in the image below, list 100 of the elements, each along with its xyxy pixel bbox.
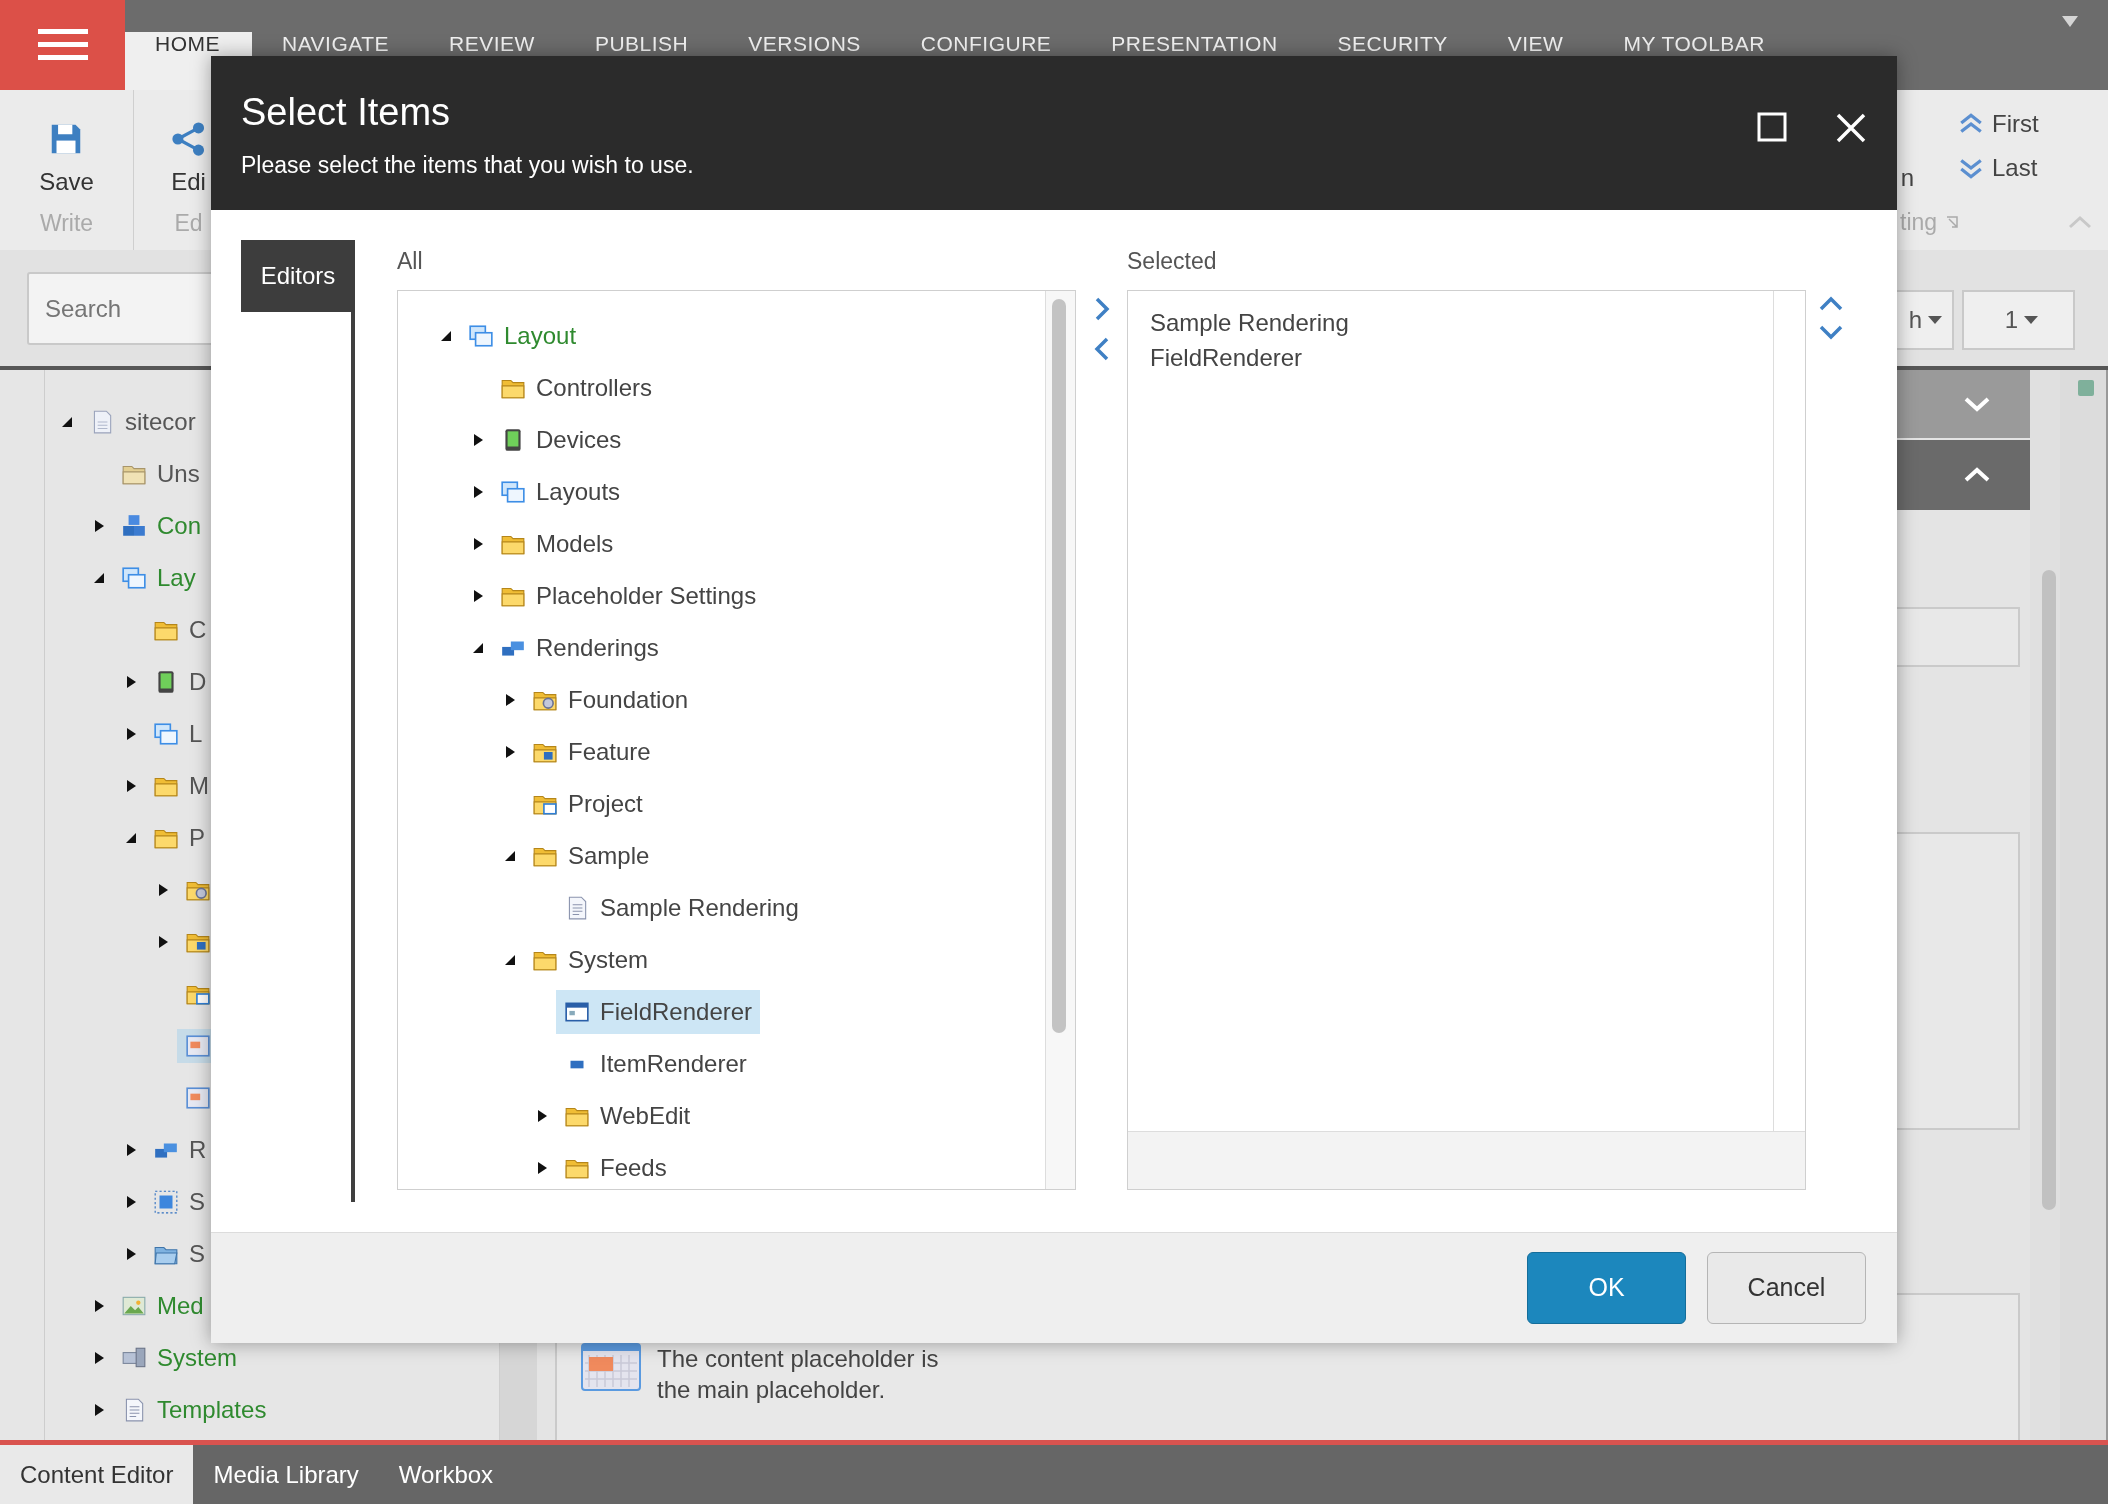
group-label: Write xyxy=(39,208,94,238)
scrollbar-thumb[interactable] xyxy=(2042,570,2056,1210)
tree-item[interactable]: P xyxy=(145,816,213,860)
expander-icon[interactable] xyxy=(125,727,137,741)
chevron-down-icon[interactable] xyxy=(1818,324,1844,340)
tree-item[interactable]: C xyxy=(145,608,215,652)
expander-icon[interactable] xyxy=(157,935,169,949)
tree-item[interactable]: Med xyxy=(113,1284,212,1328)
windows-icon xyxy=(121,565,147,591)
caret-down-icon xyxy=(1928,315,1942,325)
tree-item[interactable]: D xyxy=(145,660,215,704)
tree-item[interactable]: Models xyxy=(492,522,622,566)
expander-icon[interactable] xyxy=(125,832,137,844)
tree-item[interactable]: FieldRenderer xyxy=(556,990,761,1034)
group-label: Ed xyxy=(174,208,203,238)
expander-icon[interactable] xyxy=(472,537,484,551)
ribbon-button[interactable]: Save xyxy=(25,120,108,200)
tree-item[interactable]: Templates xyxy=(113,1388,275,1432)
tree-item[interactable]: Sample xyxy=(524,834,658,878)
expander-icon[interactable] xyxy=(536,1109,548,1123)
expander-icon[interactable] xyxy=(125,1247,137,1261)
maximize-icon[interactable] xyxy=(1757,112,1787,142)
calendar-icon xyxy=(185,1033,211,1059)
tree-item[interactable]: Project xyxy=(524,782,651,826)
expander-icon[interactable] xyxy=(93,519,105,533)
tree-item[interactable]: S xyxy=(145,1232,213,1276)
dropdown-triangle-icon[interactable] xyxy=(2062,16,2078,28)
chevron-left-icon[interactable] xyxy=(1093,336,1110,362)
tree-item[interactable]: Renderings xyxy=(492,626,667,670)
cubes-icon xyxy=(121,513,147,539)
windows-icon xyxy=(468,323,494,349)
tree-item[interactable]: Uns xyxy=(113,452,208,496)
tree-item[interactable]: Lay xyxy=(113,556,204,600)
tree-item[interactable]: Foundation xyxy=(524,678,697,722)
ribbon-button[interactable]: n xyxy=(1900,164,1914,191)
list-item[interactable]: Sample Rendering xyxy=(1150,305,1751,340)
scrollbar-thumb[interactable] xyxy=(1052,299,1066,1033)
expander-icon[interactable] xyxy=(504,745,516,759)
tree-item[interactable]: WebEdit xyxy=(556,1094,699,1138)
cancel-button[interactable]: Cancel xyxy=(1707,1252,1866,1324)
group-label: ting xyxy=(1900,207,1938,237)
tree-item[interactable]: Devices xyxy=(492,418,630,462)
tree-item[interactable]: ItemRenderer xyxy=(556,1042,755,1086)
dialog-subtitle: Please select the items that you wish to use. xyxy=(241,150,694,180)
close-icon[interactable] xyxy=(1835,112,1867,144)
expander-icon[interactable] xyxy=(93,1351,105,1365)
chevron-right-icon[interactable] xyxy=(1093,296,1110,322)
dashed-squares-icon xyxy=(153,1189,179,1215)
tree-item[interactable]: M xyxy=(145,764,217,808)
tree-item[interactable]: System xyxy=(113,1336,245,1380)
expander-icon[interactable] xyxy=(440,330,452,342)
tree-item[interactable]: sitecor xyxy=(81,400,204,444)
tree-item[interactable]: Con xyxy=(113,504,210,548)
bottom-tab[interactable]: Media Library xyxy=(193,1445,379,1504)
expander-icon[interactable] xyxy=(125,1195,137,1209)
expander-icon[interactable] xyxy=(93,1403,105,1417)
tree-item[interactable]: Feeds xyxy=(556,1146,675,1189)
expander-icon[interactable] xyxy=(504,954,516,966)
expander-icon[interactable] xyxy=(504,693,516,707)
expander-icon[interactable] xyxy=(536,1161,548,1175)
status-square-icon xyxy=(2078,380,2094,396)
expander-icon[interactable] xyxy=(472,433,484,447)
dropdown-button[interactable]: 1 xyxy=(1962,290,2075,350)
expander-icon[interactable] xyxy=(504,850,516,862)
tree-item[interactable]: Placeholder Settings xyxy=(492,574,765,618)
nav-button[interactable]: Last xyxy=(1958,150,2039,186)
tree-item[interactable]: Layout xyxy=(460,314,585,358)
tree-item[interactable]: System xyxy=(524,938,656,982)
expander-icon[interactable] xyxy=(472,642,484,654)
ok-button[interactable]: OK xyxy=(1527,1252,1686,1324)
windows-icon xyxy=(153,721,179,747)
bottom-tab[interactable]: Workbox xyxy=(378,1445,514,1504)
expander-icon[interactable] xyxy=(93,1299,105,1313)
tree-item[interactable]: Controllers xyxy=(492,366,661,410)
ribbon-button[interactable]: Edi xyxy=(155,120,222,200)
expander-icon[interactable] xyxy=(472,589,484,603)
calendar-icon xyxy=(185,1085,211,1111)
tree-item[interactable]: R xyxy=(145,1128,215,1172)
tree-item[interactable]: Sample Rendering xyxy=(556,886,807,930)
dialog-title: Select Items xyxy=(241,90,452,135)
tree-item[interactable]: Feature xyxy=(524,730,659,774)
tree-item[interactable]: Layouts xyxy=(492,470,629,514)
bottom-tab[interactable]: Content Editor xyxy=(0,1445,194,1504)
expander-icon[interactable] xyxy=(125,675,137,689)
expander-icon[interactable] xyxy=(472,485,484,499)
nav-button[interactable]: First xyxy=(1958,106,2039,142)
expander-icon[interactable] xyxy=(93,572,105,584)
side-tab[interactable]: Editors xyxy=(241,240,355,312)
expander-icon[interactable] xyxy=(125,779,137,793)
list-item[interactable]: FieldRenderer xyxy=(1150,340,1751,375)
caret-down-icon xyxy=(2024,315,2039,325)
tree-item[interactable]: S xyxy=(145,1180,213,1224)
chevron-up-icon[interactable] xyxy=(1818,296,1844,312)
expander-icon[interactable] xyxy=(157,883,169,897)
expander-icon[interactable] xyxy=(125,1143,137,1157)
tree-item[interactable]: L xyxy=(145,712,211,756)
menu-icon[interactable] xyxy=(37,27,88,63)
column-label: Selected xyxy=(1127,247,1218,276)
placeholder-description: The content placeholder is the main placeholder. xyxy=(657,1344,940,1406)
expander-icon[interactable] xyxy=(61,416,73,428)
